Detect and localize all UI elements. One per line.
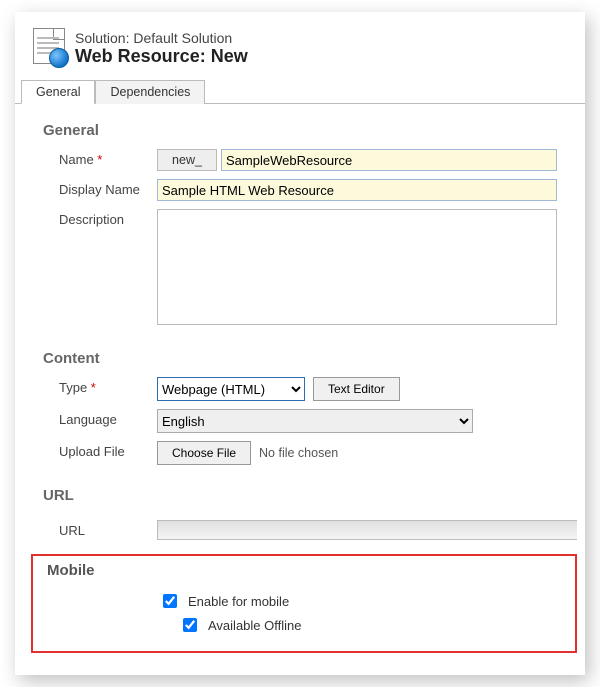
webresource-icon [33,28,65,64]
language-label: Language [59,409,151,427]
body: General Name new_ Display Name Descripti… [15,104,585,653]
header-text: Solution: Default Solution Web Resource:… [75,28,571,67]
description-textarea[interactable] [157,209,557,325]
available-offline-label: Available Offline [208,618,301,633]
displayname-input[interactable] [157,179,557,201]
name-input[interactable] [221,149,557,171]
tabstrip: General Dependencies [15,77,585,104]
enable-mobile-checkbox[interactable] [163,594,177,608]
language-select[interactable]: English [157,409,473,433]
available-offline-checkbox[interactable] [183,618,197,632]
url-label: URL [59,523,151,538]
page-title: Web Resource: New [75,46,571,67]
description-label: Description [59,209,151,227]
section-url: URL [21,473,583,514]
header: Solution: Default Solution Web Resource:… [15,24,585,77]
window: Solution: Default Solution Web Resource:… [15,12,585,675]
type-select[interactable]: Webpage (HTML) [157,377,305,401]
solution-line: Solution: Default Solution [75,30,571,46]
uploadfile-label: Upload File [59,441,151,459]
displayname-label: Display Name [59,179,151,197]
section-general: General [21,108,583,149]
tab-general[interactable]: General [21,80,95,104]
mobile-highlight-box: Mobile Enable for mobile Available Offli… [31,554,577,653]
section-content: Content [21,336,583,377]
type-label: Type [59,377,151,395]
name-prefix: new_ [157,149,217,171]
section-mobile: Mobile [39,558,569,587]
tab-dependencies[interactable]: Dependencies [95,80,205,104]
choose-file-button[interactable]: Choose File [157,441,251,465]
enable-mobile-label: Enable for mobile [188,594,289,609]
url-input[interactable] [157,520,577,540]
name-label: Name [59,149,151,167]
no-file-text: No file chosen [259,446,338,460]
text-editor-button[interactable]: Text Editor [313,377,400,401]
